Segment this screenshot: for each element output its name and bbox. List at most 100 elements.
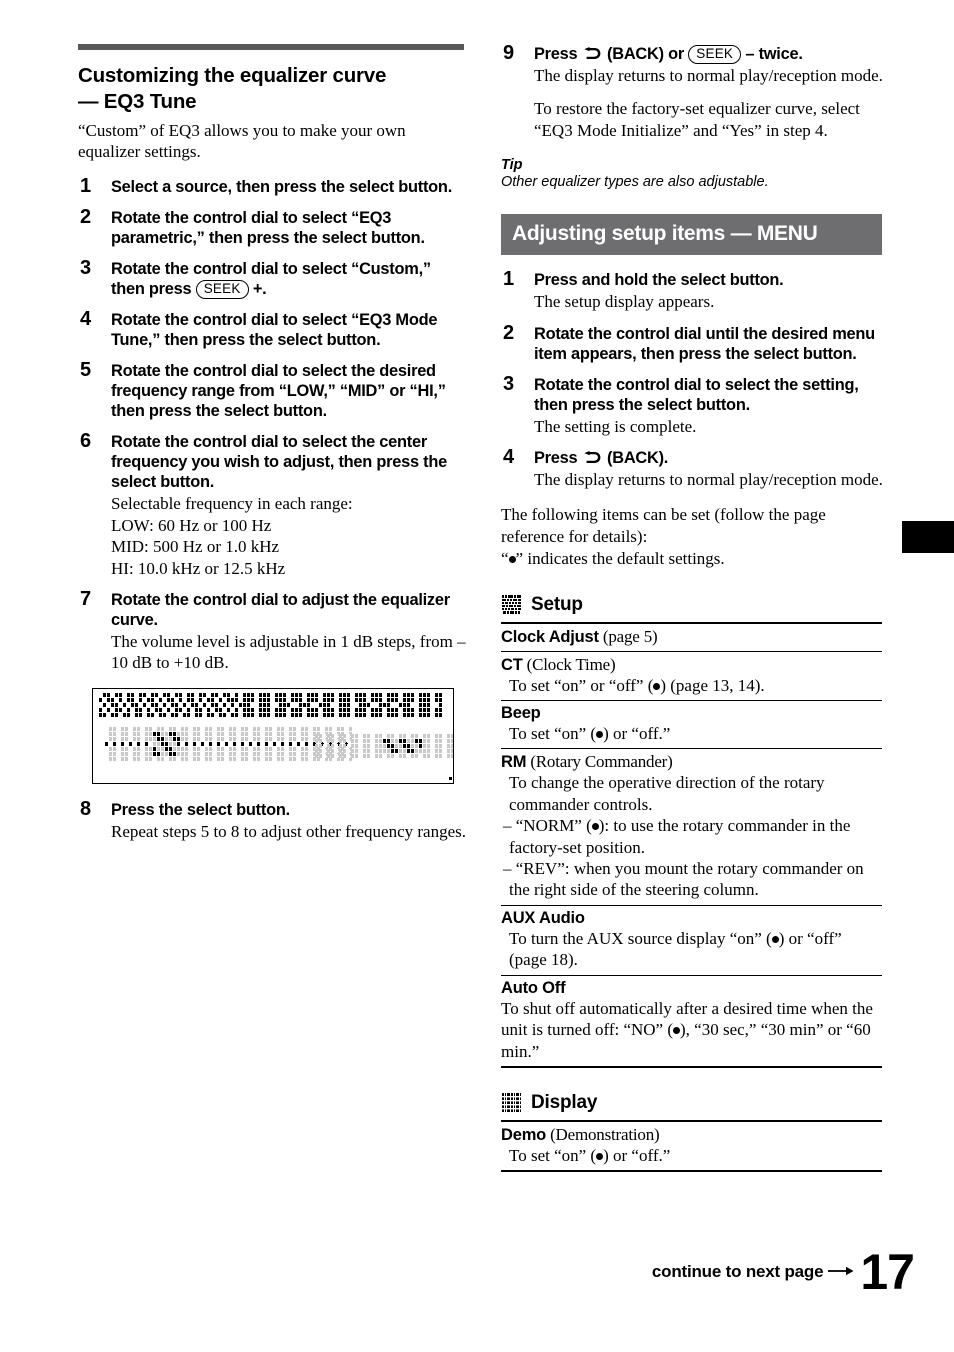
desc-post: ) or “off.” [603, 724, 671, 744]
step-2: 2 Rotate the control dial to select “EQ3… [78, 206, 466, 248]
menu-table-display: Demo (Demonstration) To set “on” ( ) or “… [501, 1119, 882, 1173]
category-header-setup: Setup [501, 594, 889, 616]
lcd-pixel-row [445, 776, 453, 780]
step-number: 6 [80, 430, 92, 453]
menu-step-1: 1 Press and hold the select button. The … [501, 268, 889, 312]
menu-item-name: Clock Adjust (page 5) [501, 627, 882, 647]
menu-row: Beep To set “on” () or “off.” [501, 701, 882, 750]
menu-item-name: Demo (Demonstration) [501, 1125, 882, 1145]
chapter-tab-marker [902, 521, 954, 553]
step-title: Rotate the control dial to select the se… [534, 375, 859, 414]
tip-label: Tip [501, 157, 523, 174]
step-title: Rotate the control dial to select “EQ3 M… [111, 311, 438, 350]
step-title: Press (BACK) or SEEK – twice. [534, 44, 889, 64]
step-title: Press the select button. [111, 800, 290, 819]
step-body: The setting is complete. [534, 416, 697, 436]
lcd-display-illustration [92, 687, 454, 784]
freq-list-line: Selectable frequency in each range: [111, 494, 353, 514]
menu-item-name: Auto Off [501, 978, 566, 997]
step-title: Rotate the control dial to adjust the eq… [111, 590, 450, 629]
step-body-secondary: To restore the factory-set equalizer cur… [534, 99, 860, 140]
step-number: 1 [503, 268, 515, 291]
seek-button-glyph: SEEK [195, 280, 249, 300]
menu-item-paren: (Rotary Commander) [526, 752, 673, 772]
menu-row: AUX Audio To turn the AUX source display… [501, 906, 882, 976]
desc-post: ) (page 13, 14). [660, 675, 765, 695]
step-8: 8 Press the select button. Repeat steps … [78, 797, 466, 842]
lcd-pixel-row [315, 748, 453, 753]
step-number: 3 [80, 257, 92, 280]
menu-step-3: 3 Rotate the control dial to select the … [501, 372, 889, 437]
display-matrix-icon [501, 1093, 522, 1113]
step-5: 5 Rotate the control dial to select the … [78, 359, 466, 421]
step-number: 8 [80, 797, 92, 820]
menu-table-setup: Clock Adjust (page 5) CT (Clock Time) To… [501, 621, 882, 1068]
continue-to-next-page: continue to next page [652, 1261, 860, 1282]
step-title: Rotate the control dial to select the ce… [111, 433, 447, 492]
menu-item-desc: To turn the AUX source display “on” () o… [501, 928, 882, 971]
step-title: Rotate the control dial to select the de… [111, 362, 446, 421]
menu-item-option: – “REV”: when you mount the rotary comma… [503, 859, 864, 900]
step-number: 2 [80, 206, 92, 229]
step-number: 4 [80, 308, 92, 331]
step-title: Select a source, then press the select b… [111, 178, 453, 197]
lcd-pixel-row [99, 702, 443, 707]
option-pre: – “NORM” ( [503, 816, 592, 836]
section-intro: “Custom” of EQ3 allows you to make your … [78, 120, 406, 162]
step-4: 4 Rotate the control dial to select “EQ3… [78, 308, 466, 350]
menu-item-paren: (Demonstration) [546, 1124, 660, 1144]
freq-list-line: MID: 500 Hz or 1.0 kHz [111, 537, 280, 557]
menu-item-desc: To set “on” or “off” () (page 13, 14). [501, 675, 882, 696]
following-items-note: The following items can be set (follow t… [501, 505, 826, 547]
tip-text: Other equalizer types are also adjustabl… [501, 174, 769, 191]
desc-pre: To set “on” ( [509, 1145, 597, 1165]
lcd-pixel-row [99, 692, 443, 697]
back-arrow-icon [584, 450, 601, 464]
step-6: 6 Rotate the control dial to select the … [78, 430, 466, 579]
default-setting-note: “ ” indicates the default settings. [501, 548, 889, 570]
menu-item-desc: To set “on” ( ) or “off.” [501, 1145, 882, 1166]
lcd-pixel-row [445, 780, 453, 783]
section-banner: Adjusting setup items — MENU [501, 214, 882, 256]
step-3: 3 Rotate the control dial to select “Cus… [78, 257, 466, 300]
step-title: Press and hold the select button. [534, 271, 784, 290]
step-number: 7 [80, 587, 92, 610]
menu-step-4: 4 Press (BACK). The display returns to n… [501, 446, 889, 490]
menu-item-name: CT (Clock Time) [501, 655, 882, 675]
menu-item-title: Clock Adjust [501, 627, 599, 646]
step-body: Selectable frequency in each range: LOW:… [111, 493, 466, 579]
menu-item-desc: To change the operative direction of the… [509, 773, 825, 814]
menu-row: RM (Rotary Commander) To change the oper… [501, 749, 882, 906]
menu-row: CT (Clock Time) To set “on” or “off” () … [501, 652, 882, 702]
category-header-display: Display [501, 1092, 889, 1114]
step-title-post: +. [248, 280, 267, 299]
freq-list-line: HI: 10.0 kHz or 12.5 kHz [111, 558, 286, 578]
freq-list-line: LOW: 60 Hz or 100 Hz [111, 515, 272, 535]
step-title-pre: Rotate the control dial to select “Custo… [111, 260, 431, 299]
category-label: Setup [531, 593, 583, 615]
lcd-pixel-row [99, 712, 443, 717]
default-note-post: ” indicates the default settings. [515, 548, 725, 568]
lcd-top-text-row [99, 692, 447, 718]
step-body: The volume level is adjustable in 1 dB s… [111, 632, 466, 673]
section-title-line1: Customizing the equalizer curve [78, 64, 387, 87]
menu-item-option: – “NORM” (): to use the rotary commander… [503, 815, 882, 858]
continue-label: continue to next page [651, 1262, 824, 1281]
step-number: 3 [503, 372, 515, 395]
menu-item-title: CT [501, 655, 523, 674]
lcd-pixel-row [99, 697, 443, 702]
menu-item-desc: To set “on” () or “off.” [501, 723, 882, 744]
category-label: Display [531, 1091, 598, 1113]
step-number: 9 [503, 42, 515, 64]
menu-step-2: 2 Rotate the control dial until the desi… [501, 322, 889, 364]
default-marker-dot [508, 555, 516, 563]
menu-item-name: RM (Rotary Commander) [501, 752, 882, 772]
step-title: Press (BACK). [534, 448, 889, 468]
default-marker-dot [591, 823, 599, 831]
step-body: The display returns to normal play/recep… [534, 469, 883, 489]
lcd-pixel-row [99, 707, 443, 712]
menu-row: Auto Off To shut off automatically after… [501, 976, 882, 1068]
step-title-pre: Press [534, 448, 582, 467]
step-title-pre: Press [534, 45, 582, 63]
desc-post: ) or “off.” [603, 1145, 671, 1165]
